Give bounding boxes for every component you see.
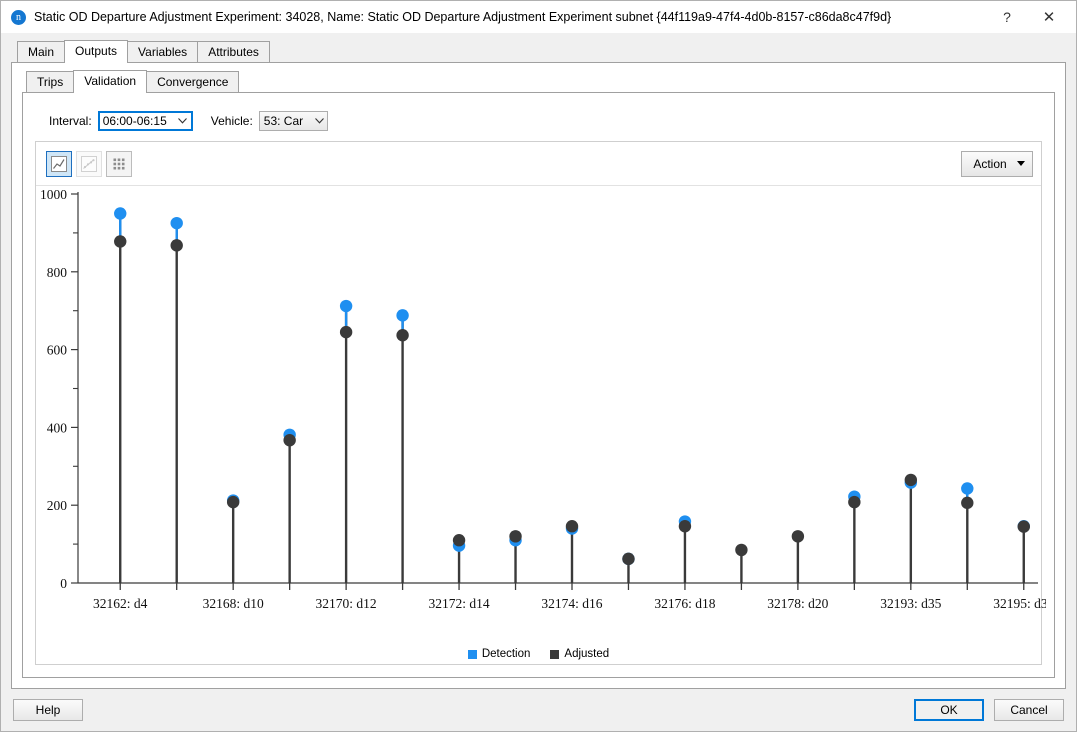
chart-card: Action 0 200 400 600 800 1000 32162: d4 32168: … — [35, 141, 1042, 665]
window-title: Static OD Departure Adjustment Experimen… — [34, 10, 986, 24]
legend-swatch-adjusted — [550, 650, 559, 659]
chart-toolbar: Action — [36, 142, 1041, 186]
cancel-button[interactable]: Cancel — [994, 699, 1064, 721]
outputs-panel: Trips Validation Convergence Interval: 0… — [11, 62, 1066, 689]
help-button[interactable]: Help — [13, 699, 83, 721]
svg-text:0: 0 — [60, 576, 67, 591]
scatter-chart-icon[interactable] — [76, 151, 102, 177]
legend-item-detection: Detection — [468, 648, 531, 660]
tab-variables[interactable]: Variables — [127, 41, 198, 62]
svg-text:200: 200 — [47, 498, 68, 513]
tab-convergence[interactable]: Convergence — [146, 71, 239, 92]
inner-tabstrip: Trips Validation Convergence — [26, 71, 1055, 92]
tab-attributes[interactable]: Attributes — [197, 41, 270, 62]
svg-text:32172: d14: 32172: d14 — [428, 596, 489, 611]
vehicle-value: 53: Car — [264, 114, 311, 128]
chart-legend: Detection Adjusted — [36, 648, 1041, 660]
svg-text:32162: d4: 32162: d4 — [93, 596, 148, 611]
svg-text:32174: d16: 32174: d16 — [541, 596, 602, 611]
outer-tabstrip: Main Outputs Variables Attributes — [17, 41, 1066, 62]
vehicle-label: Vehicle: — [211, 114, 253, 128]
svg-text:32195: d37: 32195: d37 — [993, 596, 1046, 611]
chevron-down-icon — [1017, 161, 1025, 166]
filter-controls: Interval: 06:00-06:15 Vehicle: 53: Car — [49, 111, 1042, 131]
help-titlebar-button[interactable]: ? — [986, 2, 1028, 32]
svg-text:600: 600 — [47, 343, 68, 358]
interval-value: 06:00-06:15 — [103, 114, 175, 128]
dialog-footer: Help OK Cancel — [1, 689, 1076, 731]
legend-swatch-detection — [468, 650, 477, 659]
svg-text:32170: d12: 32170: d12 — [316, 596, 377, 611]
stem-plot[interactable]: 0 200 400 600 800 1000 32162: d4 32168: d10 3217… — [36, 186, 1046, 626]
title-bar: n Static OD Departure Adjustment Experim… — [1, 1, 1076, 33]
chevron-down-icon — [311, 116, 327, 126]
legend-item-adjusted: Adjusted — [550, 648, 609, 660]
interval-select[interactable]: 06:00-06:15 — [98, 111, 193, 131]
svg-text:32168: d10: 32168: d10 — [203, 596, 264, 611]
svg-text:800: 800 — [47, 265, 68, 280]
app-icon: n — [11, 10, 26, 25]
dialog-window: n Static OD Departure Adjustment Experim… — [0, 0, 1077, 732]
svg-text:32193: d35: 32193: d35 — [880, 596, 941, 611]
svg-text:1000: 1000 — [40, 187, 67, 202]
line-chart-icon[interactable] — [46, 151, 72, 177]
vehicle-select[interactable]: 53: Car — [259, 111, 328, 131]
legend-label-detection: Detection — [482, 648, 531, 660]
tab-trips[interactable]: Trips — [26, 71, 74, 92]
interval-label: Interval: — [49, 114, 92, 128]
validation-panel: Interval: 06:00-06:15 Vehicle: 53: Car — [22, 92, 1055, 678]
action-button[interactable]: Action — [961, 151, 1033, 177]
legend-label-adjusted: Adjusted — [564, 648, 609, 660]
svg-text:400: 400 — [47, 420, 68, 435]
chevron-down-icon — [175, 116, 191, 126]
tab-main[interactable]: Main — [17, 41, 65, 62]
ok-button[interactable]: OK — [914, 699, 984, 721]
table-grid-icon[interactable] — [106, 151, 132, 177]
svg-text:32176: d18: 32176: d18 — [654, 596, 715, 611]
tab-outputs[interactable]: Outputs — [64, 40, 128, 63]
dialog-body: Main Outputs Variables Attributes Trips … — [1, 33, 1076, 689]
plot-area: 0 200 400 600 800 1000 32162: d4 32168: d10 3217… — [36, 186, 1041, 664]
close-icon[interactable]: ✕ — [1028, 2, 1070, 32]
tab-validation[interactable]: Validation — [73, 70, 147, 93]
svg-text:32178: d20: 32178: d20 — [767, 596, 828, 611]
action-button-label: Action — [973, 157, 1006, 171]
